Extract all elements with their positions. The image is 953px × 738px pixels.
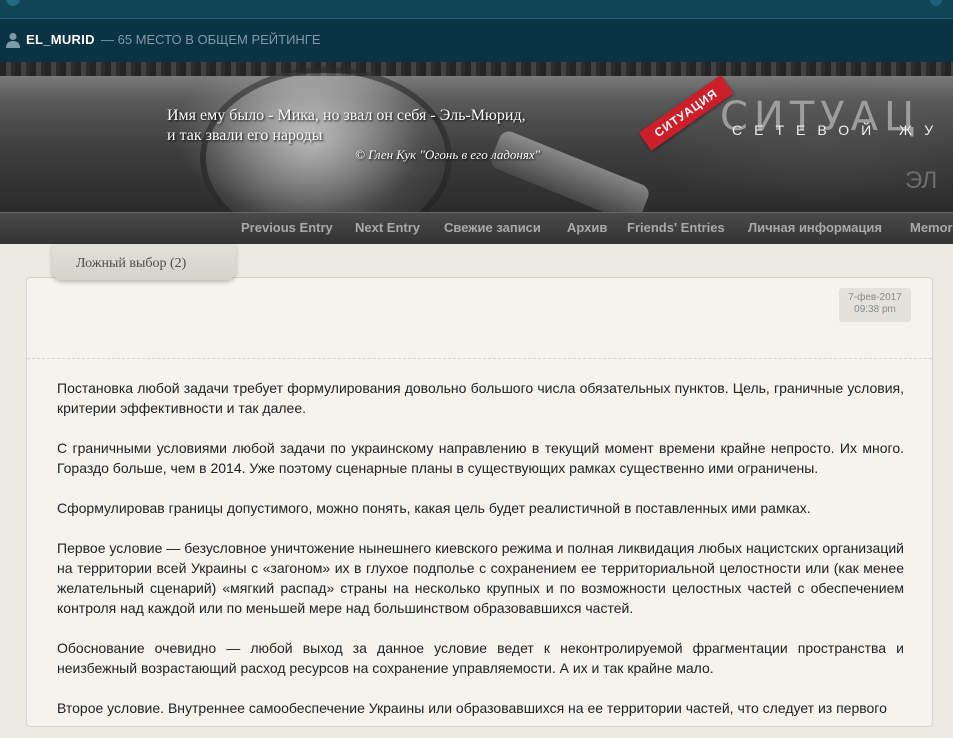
paragraph: С граничными условиями любой задачи по у… bbox=[57, 440, 904, 476]
journal-header-banner: Имя ему было - Мика, но звал он себя - Э… bbox=[0, 62, 953, 212]
nav-bar: Previous Entry Next Entry Свежие записи … bbox=[0, 212, 953, 244]
entry-title-tab: Ложный выбор (2) bbox=[52, 244, 236, 280]
nav-profile[interactable]: Личная информация bbox=[748, 220, 882, 235]
journal-subtitle-2: ЭЛ bbox=[905, 167, 938, 194]
journal-subtitle: СЕТЕВОЙ ЖУ bbox=[732, 122, 946, 138]
user-bar: EL_MURID — 65 МЕСТО В ОБЩЕМ РЕЙТИНГЕ bbox=[0, 18, 953, 62]
nav-archive[interactable]: Архив bbox=[567, 220, 607, 235]
paragraph: Постановка любой задачи требует формулир… bbox=[57, 380, 904, 416]
quote-author: © Глен Кук "Огонь в его ладонях" bbox=[355, 147, 541, 162]
torn-edge bbox=[0, 62, 953, 76]
entry-card: 7-фев-2017 09:38 pm Постановка любой зад… bbox=[26, 277, 933, 727]
entry-body: Постановка любой задачи требует формулир… bbox=[57, 378, 904, 738]
nav-memories[interactable]: Memories bbox=[910, 220, 953, 235]
top-strip bbox=[0, 0, 953, 18]
nav-friends-entries[interactable]: Friends' Entries bbox=[627, 220, 725, 235]
nav-next-entry[interactable]: Next Entry bbox=[355, 220, 420, 235]
site-logo-icon[interactable] bbox=[6, 0, 20, 6]
divider bbox=[27, 358, 932, 359]
header-quote: Имя ему было - Мика, но звал он себя - Э… bbox=[167, 107, 526, 144]
paragraph: Первое условие — безусловное уничтожение… bbox=[57, 540, 904, 616]
username-link[interactable]: EL_MURID bbox=[26, 32, 95, 47]
entry-title[interactable]: Ложный выбор (2) bbox=[76, 256, 186, 272]
nav-recent-entries[interactable]: Свежие записи bbox=[444, 220, 541, 235]
paragraph: Обоснование очевидно — любой выход за да… bbox=[57, 640, 904, 676]
person-icon bbox=[6, 33, 20, 48]
paragraph: Сформулировав границы допустимого, можно… bbox=[57, 500, 811, 516]
entry-date: 7-фев-2017 09:38 pm bbox=[839, 288, 911, 322]
menu-icon[interactable] bbox=[930, 0, 942, 6]
rating-text[interactable]: — 65 МЕСТО В ОБЩЕМ РЕЙТИНГЕ bbox=[101, 32, 321, 47]
paragraph: Второе условие. Внутреннее самообеспечен… bbox=[57, 700, 887, 716]
nav-previous-entry[interactable]: Previous Entry bbox=[241, 220, 333, 235]
